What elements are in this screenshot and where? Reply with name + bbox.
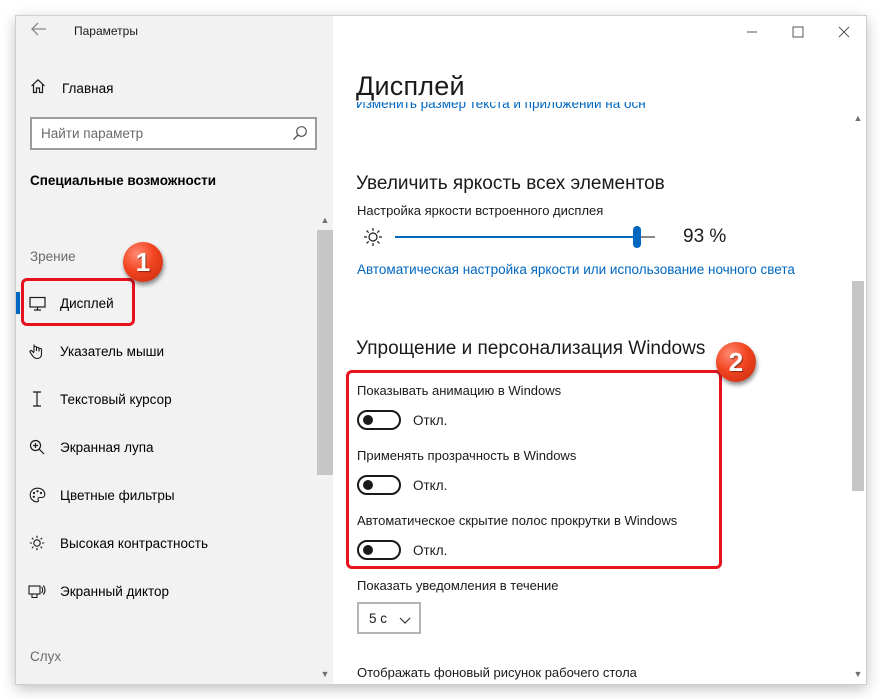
- sidebar-item-label: Экранный диктор: [60, 583, 170, 599]
- animation-toggle-row: Откл.: [357, 408, 447, 432]
- night-light-link[interactable]: Автоматическая настройка яркости или исп…: [357, 261, 797, 279]
- sidebar-item-label: Высокая контрастность: [60, 535, 208, 551]
- monitor-icon: [28, 294, 46, 312]
- animation-label: Показывать анимацию в Windows: [357, 383, 562, 398]
- animation-toggle[interactable]: [357, 410, 401, 430]
- sidebar: Параметры Главная Специальные возможност…: [16, 16, 333, 684]
- main-scroll-down-icon[interactable]: ▼: [850, 668, 866, 680]
- app-title: Параметры: [74, 24, 138, 38]
- notifications-label: Показать уведомления в течение: [357, 578, 559, 593]
- main-scrollbar[interactable]: [852, 281, 864, 491]
- sidebar-item-color-filters[interactable]: Цветные фильтры: [16, 475, 316, 515]
- sidebar-scroll-up-icon[interactable]: ▲: [317, 214, 333, 226]
- search-icon[interactable]: [292, 125, 308, 141]
- brightness-control: 93 %: [357, 226, 757, 250]
- transparency-toggle-row: Откл.: [357, 473, 447, 497]
- group-label-hearing: Слух: [30, 649, 62, 664]
- sidebar-scroll-down-icon[interactable]: ▼: [317, 668, 333, 680]
- background-label: Отображать фоновый рисунок рабочего стол…: [357, 665, 637, 680]
- toggle-state: Откл.: [413, 412, 448, 428]
- notifications-duration-select[interactable]: 5 с: [357, 602, 421, 634]
- transparency-toggle[interactable]: [357, 475, 401, 495]
- main-pane: Дисплей Изменить размер текста и приложе…: [333, 16, 866, 684]
- palette-icon: [28, 486, 46, 504]
- sidebar-item-display[interactable]: Дисплей: [16, 283, 316, 323]
- chevron-down-icon: [399, 613, 411, 628]
- sidebar-item-label: Дисплей: [60, 295, 114, 311]
- scrollbars-toggle[interactable]: [357, 540, 401, 560]
- slider-thumb[interactable]: [632, 226, 641, 248]
- close-icon[interactable]: [821, 20, 866, 44]
- page-title: Дисплей: [356, 71, 465, 101]
- sidebar-item-label: Экранная лупа: [60, 439, 154, 455]
- toggle-state: Откл.: [413, 542, 448, 558]
- magnifier-icon: [28, 438, 46, 456]
- home-icon: [30, 78, 46, 99]
- group-label-vision: Зрение: [30, 249, 76, 264]
- scrollbars-label: Автоматическое скрытие полос прокрутки в…: [357, 513, 678, 528]
- brightness-slider-label: Настройка яркости встроенного дисплея: [357, 203, 604, 218]
- search-box[interactable]: [30, 117, 317, 150]
- step-badge-2: 2: [716, 342, 756, 382]
- toggle-state: Откл.: [413, 477, 448, 493]
- personalization-heading: Упрощение и персонализация Windows: [356, 338, 706, 359]
- sidebar-item-label: Текстовый курсор: [60, 391, 172, 407]
- dropdown-value: 5 с: [369, 610, 388, 626]
- sidebar-item-narrator[interactable]: Экранный диктор: [16, 571, 316, 611]
- text-cursor-icon: [28, 390, 46, 408]
- sidebar-item-magnifier[interactable]: Экранная лупа: [16, 427, 316, 467]
- narrator-icon: [28, 582, 46, 600]
- main-scroll-up-icon[interactable]: ▲: [850, 112, 866, 124]
- mouse-pointer-icon: [28, 342, 46, 360]
- search-input[interactable]: [32, 119, 272, 148]
- home-label: Главная: [62, 80, 114, 96]
- brightness-heading: Увеличить яркость всех элементов: [356, 173, 665, 194]
- maximize-icon[interactable]: [775, 20, 821, 44]
- sidebar-item-label: Указатель мыши: [60, 343, 165, 359]
- section-title: Специальные возможности: [30, 173, 216, 188]
- transparency-label: Применять прозрачность в Windows: [357, 448, 577, 463]
- sidebar-item-text-cursor[interactable]: Текстовый курсор: [16, 379, 316, 419]
- brightness-icon: [28, 534, 46, 552]
- brightness-slider[interactable]: [395, 226, 655, 248]
- step-badge-1: 1: [123, 242, 163, 282]
- sidebar-item-mouse-pointer[interactable]: Указатель мыши: [16, 331, 316, 371]
- slider-fill: [395, 236, 637, 238]
- cut-off-link[interactable]: Изменить размер текста и приложений на о…: [356, 102, 646, 112]
- sidebar-item-label: Цветные фильтры: [60, 487, 175, 503]
- scrollbars-toggle-row: Откл.: [357, 538, 447, 562]
- sidebar-item-home[interactable]: Главная: [30, 78, 113, 98]
- back-arrow-icon[interactable]: [28, 22, 50, 42]
- brightness-value: 93 %: [683, 226, 727, 247]
- minimize-icon[interactable]: [729, 20, 775, 44]
- sidebar-scrollbar[interactable]: [317, 230, 333, 475]
- sidebar-item-high-contrast[interactable]: Высокая контрастность: [16, 523, 316, 563]
- brightness-icon: [363, 227, 383, 252]
